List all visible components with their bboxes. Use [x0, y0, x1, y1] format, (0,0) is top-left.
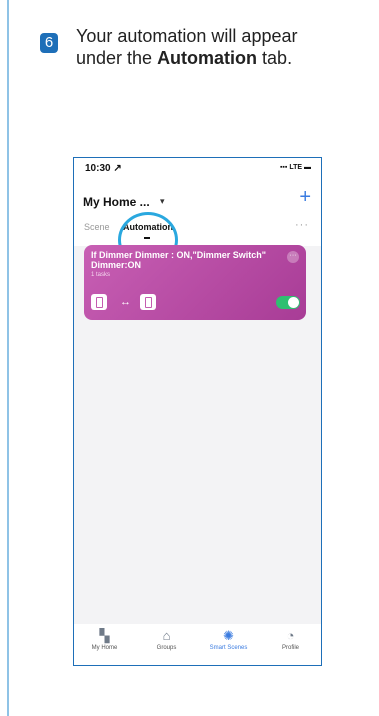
automation-task-count: 1 tasks — [91, 272, 111, 278]
nav-label: My Home — [91, 645, 118, 651]
switch-device-icon — [140, 294, 156, 310]
more-options-icon[interactable]: ··· — [295, 219, 309, 231]
nav-groups[interactable]: ⌂ Groups — [136, 627, 197, 651]
profile-icon: ◔ — [286, 628, 295, 643]
card-menu-icon[interactable]: ··· — [287, 251, 299, 263]
nav-my-home[interactable]: ▚ My Home — [74, 627, 135, 651]
link-arrow-icon: ↔ — [120, 296, 131, 308]
status-bar: 10:30 ↗ ▪▪▪ LTE ▬ — [74, 158, 321, 178]
home-title[interactable]: My Home ... — [83, 195, 150, 209]
nav-smart-scenes[interactable]: ✺ Smart Scenes — [198, 627, 259, 651]
status-time: 10:30 ↗ — [85, 163, 122, 174]
sun-icon: ✺ — [223, 628, 234, 643]
step-text-bold: Automation — [157, 48, 258, 68]
automation-card[interactable]: If Dimmer Dimmer : ON,"Dimmer Switch" Di… — [84, 245, 306, 320]
dimmer-device-icon — [91, 294, 107, 310]
bottom-nav: ▚ My Home ⌂ Groups ✺ Smart Scenes ◔ Prof… — [74, 624, 321, 665]
nav-label: Groups — [156, 645, 177, 651]
automation-toggle[interactable] — [276, 296, 300, 309]
status-signal: ▪▪▪ LTE ▬ — [279, 164, 311, 171]
house-icon: ⌂ — [162, 628, 171, 643]
step-number-badge: 6 — [40, 33, 58, 53]
app-header: My Home ... ▾ + Scene Automation ··· — [74, 178, 321, 268]
left-guide-line — [7, 0, 9, 716]
add-button[interactable]: + — [299, 187, 311, 207]
nav-profile[interactable]: ◔ Profile — [260, 627, 321, 651]
nav-label: Smart Scenes — [209, 645, 248, 651]
step-text-after: tab. — [257, 48, 293, 68]
step-instruction: Your automation will appear under the Au… — [76, 25, 346, 69]
phone-screenshot: 10:30 ↗ ▪▪▪ LTE ▬ My Home ... ▾ + Scene … — [73, 157, 322, 666]
tab-scene[interactable]: Scene — [84, 222, 110, 232]
grid-icon: ▚ — [99, 628, 110, 643]
chevron-down-icon[interactable]: ▾ — [160, 196, 165, 207]
nav-label: Profile — [281, 645, 299, 651]
automation-title: If Dimmer Dimmer : ON,"Dimmer Switch" Di… — [91, 250, 267, 270]
